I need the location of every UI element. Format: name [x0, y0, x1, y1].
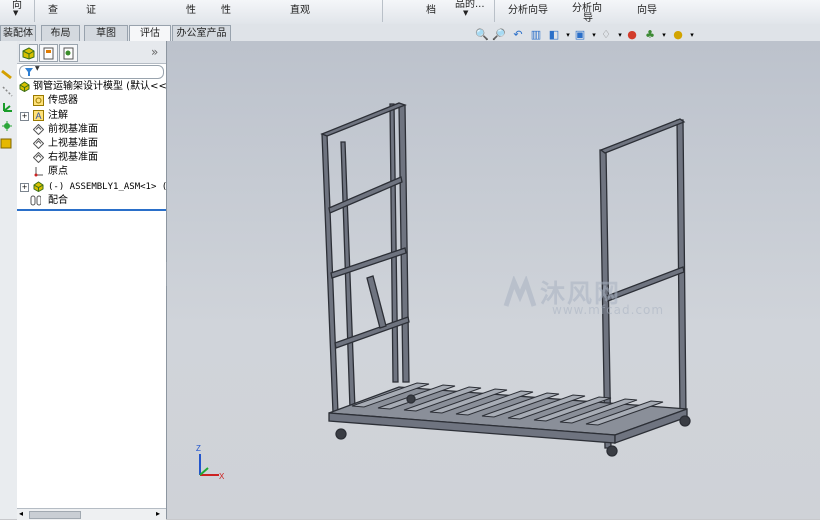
configuration-manager-icon	[63, 47, 74, 60]
panel-tabs: »	[17, 41, 166, 64]
axis-tool-icon[interactable]	[3, 103, 12, 112]
plane-icon	[33, 124, 44, 135]
tree-item-label: 注解	[48, 110, 68, 121]
left-toolbar	[0, 41, 18, 519]
tree-filter[interactable]: ▼	[19, 65, 164, 79]
ribbon-item-6[interactable]: 直观	[290, 1, 310, 16]
tree-item-sensors[interactable]: 传感器	[17, 94, 166, 108]
scroll-thumb[interactable]	[29, 511, 81, 519]
tree-root-assembly[interactable]: 钢管运输架设计模型 (默认<<默	[17, 80, 177, 94]
edit-appearance-icon[interactable]: ●	[625, 28, 639, 42]
tab-office-products[interactable]: 办公室产品	[172, 25, 231, 41]
ribbon-divider	[34, 0, 35, 22]
ribbon-dropdown-arrow[interactable]: ▼	[463, 9, 468, 17]
hide-show-items-icon[interactable]: ♢	[599, 28, 613, 42]
tree-item-label: 原点	[48, 166, 68, 177]
coordinate-triad: Z X	[196, 444, 225, 481]
tree-item-label: 传感器	[48, 95, 78, 106]
tree-item-label: (-) ASSEMBLY1_ASM<1> (默认	[48, 182, 186, 192]
tree-item-mates[interactable]: 配合	[17, 194, 166, 208]
apply-scene-dropdown[interactable]: ▾	[657, 28, 671, 42]
ribbon-item-8[interactable]: 品的...	[455, 0, 485, 10]
watermark: 沐风网 www.mfcad.com	[502, 276, 665, 321]
tree-item-top-plane[interactable]: 上视基准面	[17, 137, 166, 151]
sensor-icon	[33, 95, 44, 106]
command-ribbon: 向 ▼ 查 证 性 性 直观 档 品的... ▼ 分析向导 分析向 导 向导	[0, 0, 820, 25]
line-tool-icon[interactable]	[1, 69, 12, 80]
tree-item-label: 上视基准面	[48, 138, 98, 149]
ribbon-divider	[494, 0, 495, 22]
feature-tree-tab[interactable]	[19, 44, 38, 62]
ribbon-item-4[interactable]: 性	[186, 1, 196, 16]
annotation-icon: A	[33, 110, 44, 121]
ribbon-item-9[interactable]: 分析向导	[508, 1, 548, 16]
tree-item-label: 前视基准面	[48, 124, 98, 135]
expand-toggle[interactable]: +	[20, 183, 29, 192]
zoom-to-area-icon[interactable]: 🔎	[492, 28, 506, 42]
view-orientation-icon[interactable]: ◧	[547, 28, 561, 42]
svg-text:A: A	[36, 111, 42, 121]
tab-assembly[interactable]: 装配体	[0, 25, 36, 41]
tree-item-label: 右视基准面	[48, 152, 98, 163]
apply-scene-icon[interactable]: ♣	[643, 28, 657, 42]
feature-manager-panel: » ▼ 钢管运输架设计模型 (默认<<默 传感器 + A 注解 前视基准面 上视…	[17, 41, 185, 520]
zoom-to-fit-icon[interactable]: 🔍	[475, 28, 489, 42]
property-manager-icon	[43, 47, 54, 60]
tree-item-annotations[interactable]: + A 注解	[17, 109, 166, 123]
ribbon-item-3[interactable]: 证	[86, 1, 96, 16]
tab-sketch[interactable]: 草图	[84, 25, 128, 41]
subassembly-icon	[33, 181, 44, 192]
tree-item-subassembly[interactable]: + (-) ASSEMBLY1_ASM<1> (默认	[17, 180, 185, 194]
triad-z-label: Z	[196, 444, 201, 453]
ribbon-item-7[interactable]: 档	[426, 1, 436, 16]
scroll-right-arrow[interactable]: ▸	[156, 509, 160, 518]
tree-item-right-plane[interactable]: 右视基准面	[17, 151, 166, 165]
view-settings-dropdown[interactable]: ▾	[685, 28, 699, 42]
point-tool-icon[interactable]	[2, 121, 12, 131]
origin-icon	[34, 167, 43, 177]
model-canvas: Z X	[196, 102, 691, 481]
ribbon-item-2[interactable]: 查	[48, 1, 58, 16]
panel-collapse-chevron[interactable]: »	[151, 45, 158, 59]
tree-root-label: 钢管运输架设计模型 (默认<<默	[33, 81, 177, 92]
ribbon-item-5[interactable]: 性	[221, 1, 231, 16]
ribbon-item-11[interactable]: 导	[583, 9, 593, 24]
tab-evaluate[interactable]: 评估	[129, 25, 171, 42]
mates-icon	[30, 195, 41, 206]
plane-icon	[33, 138, 44, 149]
graphics-viewport[interactable]: Z X 沐风网 www.mfcad.com	[167, 41, 820, 519]
ribbon-dropdown-arrow[interactable]: ▼	[13, 9, 18, 17]
triad-x-label: X	[219, 472, 225, 481]
plane-icon	[33, 152, 44, 163]
configuration-manager-tab[interactable]	[59, 44, 78, 62]
assembly-icon	[19, 81, 30, 92]
view-settings-icon[interactable]: ●	[671, 28, 685, 42]
component-tool-icon[interactable]	[0, 138, 12, 149]
expand-toggle[interactable]: +	[20, 112, 29, 121]
filter-icon	[25, 68, 33, 76]
tree-item-label: 配合	[48, 195, 68, 206]
property-manager-tab[interactable]	[39, 44, 58, 62]
tab-layout[interactable]: 布局	[41, 25, 80, 41]
horizontal-scrollbar[interactable]: ◂ ▸	[17, 508, 166, 520]
rollback-bar[interactable]	[17, 209, 166, 211]
display-style-icon[interactable]: ▣	[573, 28, 587, 42]
scroll-left-arrow[interactable]: ◂	[19, 509, 23, 518]
tree-item-front-plane[interactable]: 前视基准面	[17, 123, 166, 137]
watermark-logo-icon	[503, 276, 537, 307]
dimension-tool-icon[interactable]	[2, 86, 13, 97]
tree-item-origin[interactable]: 原点	[17, 165, 166, 179]
feature-tree-icon	[22, 47, 35, 60]
filter-dropdown-arrow[interactable]: ▼	[35, 65, 40, 72]
ribbon-divider	[382, 0, 383, 22]
ribbon-item-12[interactable]: 向导	[637, 1, 657, 16]
previous-view-icon[interactable]: ↶	[511, 28, 525, 42]
watermark-url: www.mfcad.com	[552, 303, 665, 317]
section-view-icon[interactable]: ▥	[529, 28, 543, 42]
